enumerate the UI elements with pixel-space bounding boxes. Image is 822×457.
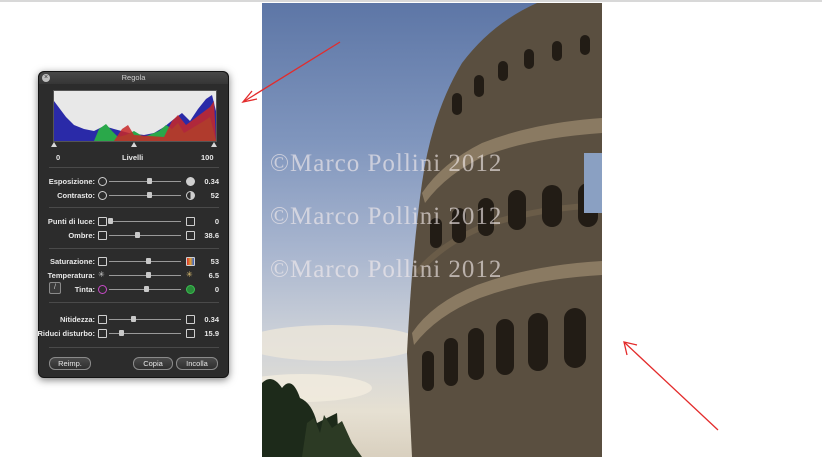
highlights-slider-thumb[interactable] (108, 218, 113, 224)
row-shadows: Ombre: 38.6 (39, 230, 228, 242)
tint-green-icon (186, 285, 195, 294)
row-noise-reduction: Riduci disturbo: 15.9 (37, 328, 228, 340)
levels-midpoint-handle[interactable] (131, 142, 137, 147)
exposure-slider-thumb[interactable] (147, 178, 152, 184)
sharpness-high-icon (186, 315, 195, 324)
exposure-label: Esposizione: (48, 177, 95, 186)
row-tint: / Tinta: 0 (39, 282, 228, 296)
contrast-high-icon (186, 191, 195, 200)
arrow-to-photo (623, 341, 719, 431)
sun-warm-icon: ✳ (186, 270, 193, 279)
contrast-low-icon (98, 191, 107, 200)
temperature-label: Temperatura: (47, 271, 95, 280)
noise-high-icon (186, 329, 195, 338)
levels-white-point-handle[interactable] (211, 142, 217, 147)
sharpness-slider-thumb[interactable] (131, 316, 136, 322)
contrast-slider-thumb[interactable] (147, 192, 152, 198)
row-temperature: Temperatura: ✳ ✳ 6.5 (39, 270, 228, 282)
levels-max-value: 100 (201, 153, 214, 162)
sharpness-low-icon (98, 315, 107, 324)
sharpness-slider-track[interactable] (109, 319, 181, 320)
shadows-slider-thumb[interactable] (135, 232, 140, 238)
divider (49, 207, 219, 208)
divider (49, 248, 219, 249)
copy-button[interactable]: Copia (133, 357, 173, 370)
noise-reduction-value: 15.9 (204, 329, 219, 338)
paste-button[interactable]: Incolla (176, 357, 218, 370)
contrast-label: Contrasto: (57, 191, 95, 200)
sharpness-label: Nitidezza: (59, 315, 95, 324)
shadows-high-icon (186, 231, 195, 240)
shadows-slider-track[interactable] (109, 235, 181, 236)
saturation-label: Saturazione: (49, 257, 95, 266)
row-sharpness: Nitidezza: 0.34 (39, 314, 228, 326)
highlights-slider-track[interactable] (109, 221, 181, 222)
noise-slider-thumb[interactable] (119, 330, 124, 336)
divider (49, 347, 219, 348)
contrast-slider-track[interactable] (109, 195, 181, 196)
row-saturation: Saturazione: 53 (39, 256, 228, 268)
temperature-value: 6.5 (208, 271, 219, 280)
levels-black-point-handle[interactable] (51, 142, 57, 147)
row-exposure: Esposizione: 0.34 (39, 176, 228, 188)
saturation-low-icon (98, 257, 107, 266)
tint-magenta-icon (98, 285, 107, 294)
tint-slider-thumb[interactable] (144, 286, 149, 292)
temperature-slider-thumb[interactable] (146, 272, 151, 278)
histogram (53, 90, 217, 142)
adjust-panel: Regola × 0 Livelli 100 Esposizione: 0.34… (38, 71, 229, 378)
levels-label: Livelli (122, 153, 144, 162)
divider (49, 302, 219, 303)
eyedropper-icon[interactable]: / (49, 282, 61, 294)
noise-low-icon (98, 329, 107, 338)
shadows-label: Ombre: (68, 231, 95, 240)
noise-reduction-label: Riduci disturbo: (37, 329, 96, 338)
exposure-slider-track[interactable] (109, 181, 181, 182)
highlights-value: 0 (214, 217, 219, 226)
panel-title: Regola (39, 72, 228, 84)
sun-cool-icon: ✳ (98, 270, 105, 279)
close-icon[interactable]: × (42, 74, 50, 82)
saturation-value: 53 (210, 257, 219, 266)
arrow-to-histogram (242, 41, 341, 103)
highlights-low-icon (98, 217, 107, 226)
sharpness-value: 0.34 (204, 315, 219, 324)
levels-min-value: 0 (56, 153, 61, 162)
histogram-graph (54, 95, 216, 141)
row-highlights: Punti di luce: 0 (39, 216, 228, 228)
reset-button[interactable]: Reimp. (49, 357, 91, 370)
saturation-slider-thumb[interactable] (146, 258, 151, 264)
temperature-slider-track[interactable] (109, 275, 181, 276)
exposure-value: 0.34 (204, 177, 219, 186)
divider (49, 167, 219, 168)
highlights-label: Punti di luce: (47, 217, 95, 226)
tint-label: Tinta: (74, 285, 95, 294)
saturation-slider-track[interactable] (109, 261, 181, 262)
row-contrast: Contrasto: 52 (39, 190, 228, 202)
saturation-high-icon (186, 257, 195, 266)
tint-value: 0 (214, 285, 219, 294)
highlights-high-icon (186, 217, 195, 226)
shadows-value: 38.6 (204, 231, 219, 240)
exposure-high-icon (186, 177, 195, 186)
exposure-low-icon (98, 177, 107, 186)
contrast-value: 52 (210, 191, 219, 200)
shadows-low-icon (98, 231, 107, 240)
